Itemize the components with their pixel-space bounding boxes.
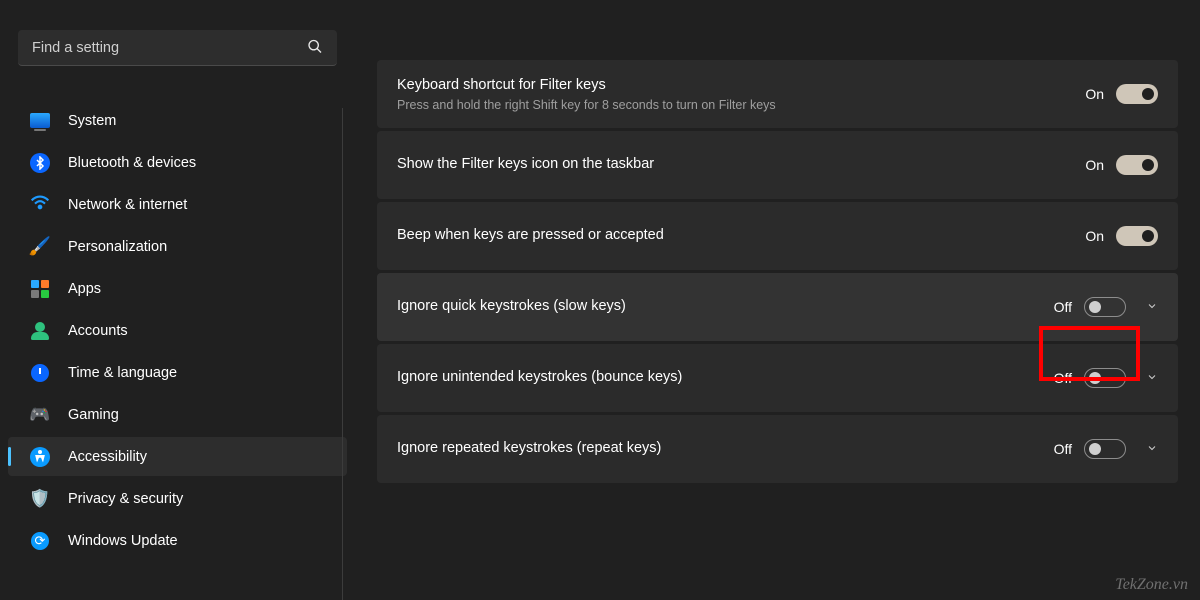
chevron-down-icon[interactable] — [1146, 442, 1158, 457]
toggle-switch[interactable] — [1116, 155, 1158, 175]
setting-ignore-quick-keystrokes[interactable]: Ignore quick keystrokes (slow keys)Off — [377, 273, 1178, 341]
sidebar-item-label: Accessibility — [68, 449, 147, 465]
sidebar: System Bluetooth & devices Network & inter… — [0, 0, 355, 600]
sidebar-separator — [342, 108, 343, 600]
sidebar-item-label: Network & internet — [68, 197, 187, 213]
sidebar-item-label: Bluetooth & devices — [68, 155, 196, 171]
sidebar-item-label: Privacy & security — [68, 491, 183, 507]
watermark: TekZone.vn — [1115, 576, 1188, 594]
sidebar-item-accessibility[interactable]: Accessibility — [8, 437, 347, 476]
globe-clock-icon — [28, 361, 52, 385]
sidebar-item-bluetooth[interactable]: Bluetooth & devices — [8, 143, 347, 182]
shield-icon: 🛡️ — [28, 487, 52, 511]
setting-ignore-repeated-keystrokes[interactable]: Ignore repeated keystrokes (repeat keys)… — [377, 415, 1178, 483]
toggle-state-label: Off — [1054, 370, 1072, 386]
sidebar-nav: System Bluetooth & devices Network & inter… — [0, 88, 355, 560]
apps-icon — [28, 277, 52, 301]
setting-description: Press and hold the right Shift key for 8… — [397, 98, 1085, 112]
setting-title: Beep when keys are pressed or accepted — [397, 226, 1085, 246]
toggle-switch[interactable] — [1116, 226, 1158, 246]
setting-text: Beep when keys are pressed or accepted — [397, 212, 1085, 260]
update-icon: ⟳ — [28, 529, 52, 553]
main-content: Keyboard shortcut for Filter keys Press a… — [355, 0, 1200, 600]
toggle-state-label: On — [1085, 228, 1104, 244]
search-input[interactable] — [18, 30, 337, 66]
chevron-down-icon[interactable] — [1146, 371, 1158, 386]
settings-list: Keyboard shortcut for Filter keys Press a… — [377, 60, 1178, 483]
sidebar-item-label: Time & language — [68, 365, 177, 381]
toggle-state-label: Off — [1054, 299, 1072, 315]
toggle-switch[interactable] — [1084, 297, 1126, 317]
setting-text: Show the Filter keys icon on the taskbar — [397, 141, 1085, 189]
gamepad-icon: 🎮 — [28, 403, 52, 427]
search-wrap — [18, 30, 337, 66]
toggle-state-label: On — [1085, 86, 1104, 102]
wifi-icon — [28, 193, 52, 217]
sidebar-item-privacy[interactable]: 🛡️ Privacy & security — [8, 479, 347, 518]
sidebar-item-system[interactable]: System — [8, 101, 347, 140]
toggle-switch[interactable] — [1084, 368, 1126, 388]
setting-title: Ignore unintended keystrokes (bounce key… — [397, 368, 1054, 388]
setting-beep-keys-pressed: Beep when keys are pressed or acceptedOn — [377, 202, 1178, 270]
setting-text: Keyboard shortcut for Filter keys Press a… — [397, 62, 1085, 126]
toggle-switch[interactable] — [1084, 439, 1126, 459]
system-icon — [28, 109, 52, 133]
chevron-down-icon[interactable] — [1146, 300, 1158, 315]
sidebar-item-gaming[interactable]: 🎮 Gaming — [8, 395, 347, 434]
toggle-switch[interactable] — [1116, 84, 1158, 104]
setting-title: Ignore quick keystrokes (slow keys) — [397, 297, 1054, 317]
sidebar-item-apps[interactable]: Apps — [8, 269, 347, 308]
sidebar-item-accounts[interactable]: Accounts — [8, 311, 347, 350]
sidebar-item-network[interactable]: Network & internet — [8, 185, 347, 224]
setting-text: Ignore unintended keystrokes (bounce key… — [397, 354, 1054, 402]
account-icon — [28, 319, 52, 343]
sidebar-item-label: Apps — [68, 281, 101, 297]
sidebar-item-windows-update[interactable]: ⟳ Windows Update — [8, 521, 347, 560]
bluetooth-icon — [28, 151, 52, 175]
toggle-state-label: On — [1085, 157, 1104, 173]
sidebar-item-personalization[interactable]: 🖌️ Personalization — [8, 227, 347, 266]
sidebar-item-label: Windows Update — [68, 533, 178, 549]
sidebar-item-label: Personalization — [68, 239, 167, 255]
setting-text: Ignore quick keystrokes (slow keys) — [397, 283, 1054, 331]
setting-text: Ignore repeated keystrokes (repeat keys) — [397, 425, 1054, 473]
accessibility-icon — [28, 445, 52, 469]
setting-show-filter-keys-icon-taskbar: Show the Filter keys icon on the taskbar… — [377, 131, 1178, 199]
setting-title: Show the Filter keys icon on the taskbar — [397, 155, 1085, 175]
sidebar-item-time-language[interactable]: Time & language — [8, 353, 347, 392]
sidebar-item-label: System — [68, 113, 116, 129]
setting-keyboard-shortcut-filter-keys: Keyboard shortcut for Filter keys Press a… — [377, 60, 1178, 128]
setting-title: Keyboard shortcut for Filter keys — [397, 76, 1085, 96]
setting-ignore-unintended-keystrokes[interactable]: Ignore unintended keystrokes (bounce key… — [377, 344, 1178, 412]
setting-title: Ignore repeated keystrokes (repeat keys) — [397, 439, 1054, 459]
toggle-state-label: Off — [1054, 441, 1072, 457]
brush-icon: 🖌️ — [28, 235, 52, 259]
sidebar-item-label: Gaming — [68, 407, 119, 423]
sidebar-item-label: Accounts — [68, 323, 128, 339]
